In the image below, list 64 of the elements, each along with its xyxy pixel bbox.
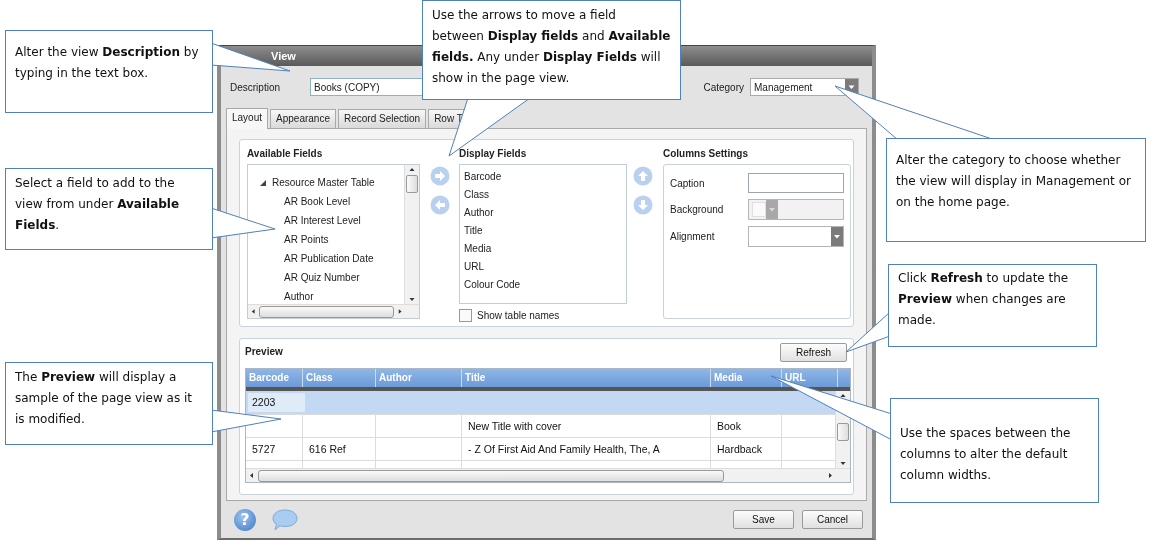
list-item[interactable]: Class [460, 186, 626, 204]
callout: Alter the view Description by typing in the text box. [5, 30, 213, 113]
list-item[interactable]: Barcode [460, 168, 626, 186]
list-item[interactable]: Media [460, 240, 626, 258]
tree-item[interactable]: AR Quiz Number [284, 272, 360, 283]
callout: Use the spaces between the columns to alter the default column widths. [890, 398, 1099, 503]
move-up-button[interactable] [633, 166, 653, 186]
section-heading: Columns Settings [663, 148, 749, 161]
speech-bubble-icon[interactable] [272, 508, 298, 531]
scroll-thumb[interactable] [258, 469, 724, 482]
tab[interactable]: Appearance [270, 109, 336, 128]
tree-item[interactable]: AR Publication Date [284, 253, 374, 264]
table-row[interactable]: 2203 [246, 391, 835, 415]
table-cell: Book [711, 415, 782, 437]
section-heading: Display Fields [459, 148, 528, 161]
table-cell: 616 Ref [303, 438, 376, 460]
callout: Click Refresh to update the Preview when changes are made. [888, 264, 1097, 347]
scroll-thumb[interactable] [406, 175, 418, 193]
list-item[interactable]: URL [460, 258, 626, 276]
table-cell: New Title with cover [462, 415, 711, 437]
field-label: Description [230, 81, 281, 93]
scroll-thumb[interactable] [837, 423, 849, 441]
caption-field[interactable] [748, 173, 844, 193]
refresh-button[interactable]: Refresh [780, 343, 847, 362]
checkbox-label[interactable]: Show table names [477, 310, 560, 321]
vertical-scrollbar[interactable] [404, 165, 419, 304]
tree-item[interactable]: AR Book Level [284, 196, 351, 207]
list-item[interactable]: Title [460, 222, 626, 240]
tree-item[interactable]: Resource Master Table [272, 177, 375, 188]
table-cell: - Z Of First Aid And Family Health, The, A [462, 438, 711, 460]
move-right-button[interactable] [430, 166, 450, 186]
section-heading: Available Fields [247, 148, 324, 161]
field-label: Background [670, 204, 724, 215]
table-cell: 5727 [246, 438, 303, 460]
colour-swatch [752, 202, 766, 217]
horizontal-scrollbar[interactable] [248, 304, 419, 318]
section-heading: Preview [245, 346, 283, 359]
callout: The Preview will display a sample of the page view as it is modified. [5, 362, 213, 445]
tab[interactable]: Record Selection [337, 109, 427, 128]
table-row[interactable]: 5727 616 Ref - Z Of First Aid And Family Health, The, A Hardback [246, 438, 835, 461]
dialog-button[interactable]: Cancel [802, 510, 863, 529]
callout: Select a field to add to the view from under Available Fields. [5, 168, 213, 250]
move-down-button[interactable] [633, 195, 653, 215]
alignment-dropdown[interactable] [748, 226, 844, 247]
expand-arrow-icon[interactable] [260, 179, 266, 186]
category-dropdown[interactable]: Management [750, 78, 859, 96]
window-title: View [271, 50, 296, 62]
horizontal-scrollbar[interactable] [246, 468, 850, 482]
table-cell: Hardback [711, 438, 782, 460]
scroll-thumb[interactable] [259, 305, 395, 318]
list-item[interactable]: Colour Code [460, 276, 626, 294]
field-label: Alignment [670, 231, 715, 242]
tree-item[interactable]: AR Points [284, 234, 329, 245]
list-item[interactable]: Author [460, 204, 626, 222]
description-field[interactable]: Books (COPY) [310, 78, 425, 96]
table-cell: 2203 [248, 393, 305, 412]
checkbox[interactable] [459, 309, 472, 322]
tree-item[interactable]: Author [284, 291, 314, 302]
field-label: Caption [670, 177, 705, 189]
field-label: Category [703, 81, 744, 93]
tree-item[interactable]: AR Interest Level [284, 215, 361, 226]
move-left-button[interactable] [430, 195, 450, 215]
dialog-button[interactable]: Save [733, 510, 794, 529]
tab[interactable]: Layout [226, 108, 269, 129]
